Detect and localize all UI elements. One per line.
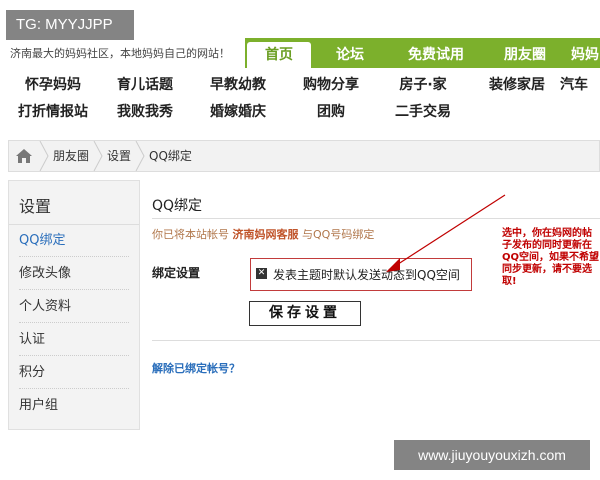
main-nav-bar: 首页 论坛 免费试用 朋友圈 妈妈 bbox=[245, 38, 600, 68]
settings-sidebar: 设置 QQ绑定 修改头像 个人资料 认证 积分 用户组 bbox=[8, 180, 140, 430]
category-link[interactable]: 打折情报站 bbox=[8, 99, 98, 125]
home-icon[interactable] bbox=[15, 148, 33, 164]
category-link[interactable]: 装修家居 bbox=[472, 72, 562, 98]
category-link[interactable]: 团购 bbox=[286, 99, 376, 125]
nav-tab-friends[interactable]: 朋友圈 bbox=[485, 42, 565, 68]
sidebar-item-avatar[interactable]: 修改头像 bbox=[19, 259, 129, 290]
bound-account-note: 你已将本站帐号 济南妈网客服 与QQ号码绑定 bbox=[152, 226, 374, 242]
sync-qzone-checkbox[interactable]: ✕ bbox=[256, 268, 267, 279]
sidebar-item-verification[interactable]: 认证 bbox=[19, 325, 129, 356]
breadcrumb-item-settings[interactable]: 设置 bbox=[107, 141, 131, 171]
annotation-arrow-icon bbox=[386, 194, 506, 272]
nav-tab-moms[interactable]: 妈妈 bbox=[571, 42, 600, 68]
category-link[interactable]: 房子·家 bbox=[378, 72, 468, 98]
sidebar-item-qq-bind[interactable]: QQ绑定 bbox=[19, 226, 129, 257]
unbind-account-link[interactable]: 解除已绑定帐号？ bbox=[152, 360, 240, 376]
category-link[interactable]: 育儿话题 bbox=[100, 72, 190, 98]
save-settings-button[interactable]: 保存设置 bbox=[249, 301, 361, 326]
annotation-note: 选中，你在妈网的帖子发布的同时更新在QQ空间，如果不希望同步更新，请不要选取! bbox=[502, 228, 600, 287]
category-link[interactable]: 我败我秀 bbox=[100, 99, 190, 125]
watermark-top: TG: MYYJJPP bbox=[6, 10, 134, 40]
breadcrumb-separator-icon bbox=[135, 141, 145, 171]
bound-note-suffix: 与QQ号码绑定 bbox=[302, 228, 375, 241]
breadcrumb-item-qq-bind: QQ绑定 bbox=[149, 149, 192, 163]
category-link[interactable]: 婚嫁婚庆 bbox=[193, 99, 283, 125]
sidebar-title: 设置 bbox=[19, 197, 52, 216]
category-row-1: 怀孕妈妈 育儿话题 早教幼教 购物分享 房子·家 装修家居 汽车 bbox=[0, 72, 600, 98]
category-link[interactable]: 汽车 bbox=[560, 72, 600, 98]
breadcrumb-separator-icon bbox=[39, 141, 49, 171]
site-slogan: 济南最大的妈妈社区，本地妈妈自己的网站！ bbox=[10, 47, 230, 60]
nav-tab-free-trial[interactable]: 免费试用 bbox=[391, 42, 481, 68]
category-link[interactable]: 早教幼教 bbox=[193, 72, 283, 98]
nav-tab-home[interactable]: 首页 bbox=[247, 42, 311, 68]
breadcrumb: 朋友圈 设置 QQ绑定 bbox=[8, 140, 600, 172]
sidebar-item-usergroup[interactable]: 用户组 bbox=[19, 391, 129, 421]
bind-settings-label: 绑定设置 bbox=[152, 266, 201, 280]
page-title: QQ绑定 bbox=[152, 198, 203, 214]
category-link[interactable]: 二手交易 bbox=[378, 99, 468, 125]
watermark-bottom: www.jiuyouyouxizh.com bbox=[394, 440, 590, 470]
breadcrumb-separator-icon bbox=[93, 141, 103, 171]
bound-note-prefix: 你已将本站帐号 bbox=[152, 228, 229, 241]
sidebar-divider bbox=[9, 224, 139, 225]
breadcrumb-item-friends[interactable]: 朋友圈 bbox=[53, 141, 89, 171]
section-divider bbox=[152, 340, 600, 341]
category-link[interactable]: 购物分享 bbox=[286, 72, 376, 98]
sidebar-item-points[interactable]: 积分 bbox=[19, 358, 129, 389]
category-row-2: 打折情报站 我败我秀 婚嫁婚庆 团购 二手交易 bbox=[0, 99, 600, 125]
bound-account-name: 济南妈网客服 bbox=[232, 228, 299, 241]
nav-tab-forum[interactable]: 论坛 bbox=[315, 42, 385, 68]
category-link[interactable]: 怀孕妈妈 bbox=[8, 72, 98, 98]
sidebar-item-profile[interactable]: 个人资料 bbox=[19, 292, 129, 323]
